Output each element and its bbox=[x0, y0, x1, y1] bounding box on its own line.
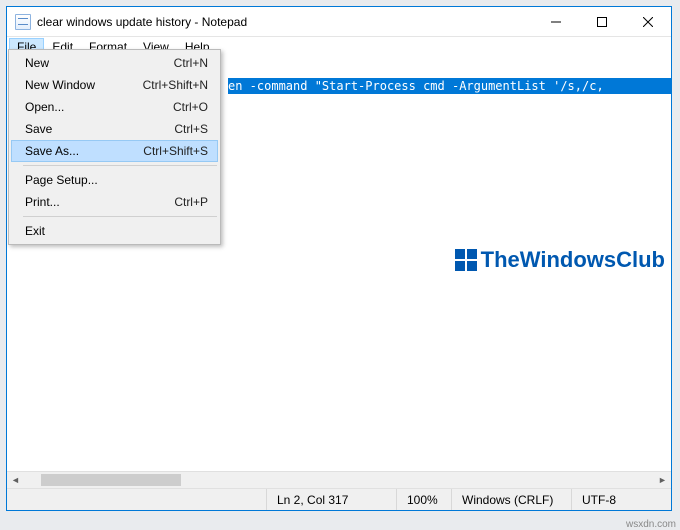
watermark-text: TheWindowsClub bbox=[481, 247, 665, 273]
menu-item-open[interactable]: Open...Ctrl+O bbox=[11, 96, 218, 118]
watermark-logo-icon bbox=[455, 249, 477, 271]
status-spacer bbox=[7, 489, 266, 510]
titlebar[interactable]: clear windows update history - Notepad bbox=[7, 7, 671, 37]
minimize-button[interactable] bbox=[533, 7, 579, 37]
status-position: Ln 2, Col 317 bbox=[266, 489, 396, 510]
menu-separator bbox=[23, 216, 217, 217]
menu-item-exit[interactable]: Exit bbox=[11, 220, 218, 242]
scroll-left-button[interactable]: ◄ bbox=[7, 472, 24, 488]
notepad-icon bbox=[15, 14, 31, 30]
status-zoom: 100% bbox=[396, 489, 451, 510]
scroll-right-button[interactable]: ► bbox=[654, 472, 671, 488]
maximize-button[interactable] bbox=[579, 7, 625, 37]
scroll-track[interactable] bbox=[24, 472, 654, 488]
window-title: clear windows update history - Notepad bbox=[37, 15, 533, 29]
selected-text[interactable]: en -command "Start-Process cmd -Argument… bbox=[228, 78, 671, 94]
horizontal-scrollbar[interactable]: ◄ ► bbox=[7, 471, 671, 488]
menu-separator bbox=[23, 165, 217, 166]
watermark: TheWindowsClub bbox=[455, 247, 665, 273]
scroll-thumb[interactable] bbox=[41, 474, 181, 486]
menu-item-new[interactable]: NewCtrl+N bbox=[11, 52, 218, 74]
menu-item-print[interactable]: Print...Ctrl+P bbox=[11, 191, 218, 213]
menu-item-page-setup[interactable]: Page Setup... bbox=[11, 169, 218, 191]
file-menu-dropdown: NewCtrl+N New WindowCtrl+Shift+N Open...… bbox=[8, 49, 221, 245]
menu-item-new-window[interactable]: New WindowCtrl+Shift+N bbox=[11, 74, 218, 96]
menu-item-save-as[interactable]: Save As...Ctrl+Shift+S bbox=[11, 140, 218, 162]
status-encoding: UTF-8 bbox=[571, 489, 671, 510]
status-line-ending: Windows (CRLF) bbox=[451, 489, 571, 510]
statusbar: Ln 2, Col 317 100% Windows (CRLF) UTF-8 bbox=[7, 488, 671, 510]
menu-item-save[interactable]: SaveCtrl+S bbox=[11, 118, 218, 140]
footer-text: wsxdn.com bbox=[626, 519, 676, 530]
close-button[interactable] bbox=[625, 7, 671, 37]
